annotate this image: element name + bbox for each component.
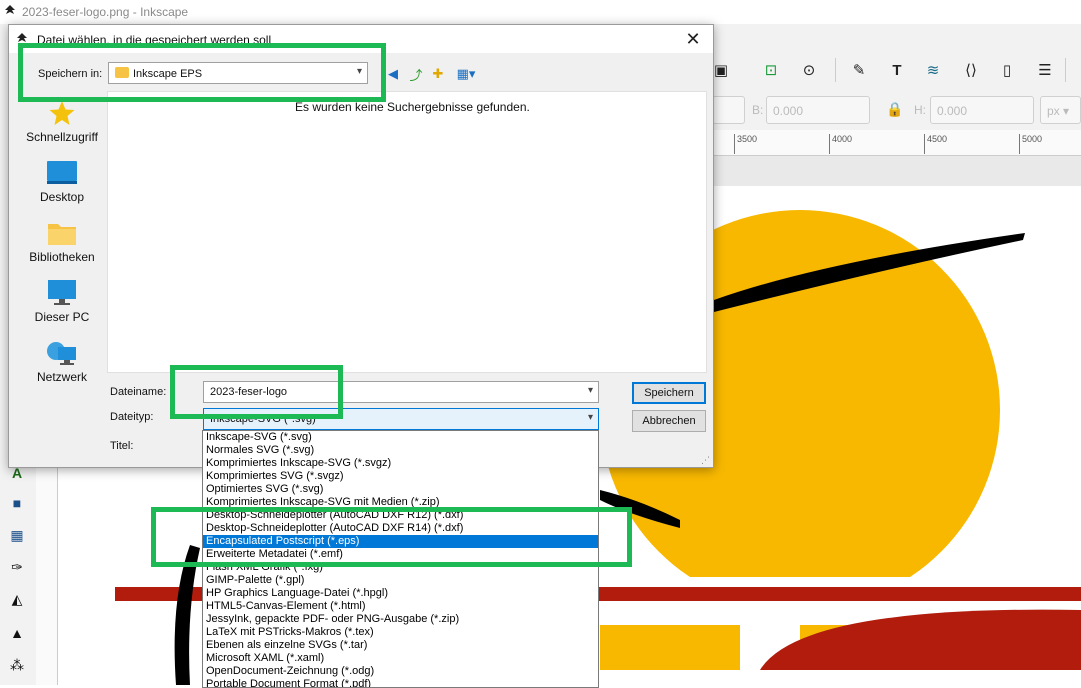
place-quick-access[interactable]: Schnellzugriff	[17, 99, 107, 155]
file-list[interactable]: Es wurden keine Suchergebnisse gefunden.	[107, 91, 707, 373]
b-label: B:	[752, 103, 764, 117]
height-field[interactable]: 0.000	[930, 96, 1034, 124]
snap-icon[interactable]: ⊙	[798, 59, 820, 81]
place-label: Desktop	[39, 190, 85, 204]
filetype-option[interactable]: OpenDocument-Zeichnung (*.odg)	[203, 665, 598, 678]
rect-tool-icon[interactable]: ■	[8, 494, 26, 512]
place-label: Bibliotheken	[29, 250, 95, 264]
inkscape-left-toolbox: A ■ ▦ ✑ ◭ ▲ ⁂	[0, 460, 36, 685]
filetype-option[interactable]: Optimiertes SVG (*.svg)	[203, 483, 598, 496]
filetype-option[interactable]: HP Graphics Language-Datei (*.hpgl)	[203, 587, 598, 600]
lock-icon[interactable]: 🔒	[886, 101, 903, 118]
place-libraries[interactable]: Bibliotheken	[17, 219, 107, 275]
filetype-option[interactable]: HTML5-Canvas-Element (*.html)	[203, 600, 598, 613]
new-folder-icon[interactable]: ✚	[429, 65, 447, 83]
place-network[interactable]: Netzwerk	[17, 339, 107, 395]
title-label: Titel:	[110, 440, 134, 452]
save-button[interactable]: Speichern	[632, 382, 706, 404]
filetype-option[interactable]: LaTeX mit PSTricks-Makros (*.tex)	[203, 626, 598, 639]
layers-icon[interactable]: ≋	[922, 59, 944, 81]
star-icon	[46, 99, 78, 127]
view-menu-icon[interactable]: ▦▾	[453, 65, 479, 83]
inkscape-titlebar: 2023-feser-logo.png - Inkscape	[0, 0, 1081, 24]
filetype-option[interactable]: Komprimiertes SVG (*.svgz)	[203, 470, 598, 483]
network-icon	[46, 339, 78, 367]
library-folder-icon	[46, 219, 78, 247]
computer-icon	[46, 279, 78, 307]
place-this-pc[interactable]: Dieser PC	[17, 279, 107, 335]
place-label: Netzwerk	[36, 370, 87, 384]
unit-value: px	[1047, 104, 1060, 118]
toolbar-separator	[835, 58, 836, 82]
inkscape-toolbar: ▣ ⊡ ⊙ ✎ T ≋ ⟨⟩ ▯ ☰	[700, 52, 1081, 88]
align-icon[interactable]: ☰	[1034, 59, 1056, 81]
filetype-option[interactable]: Inkscape-SVG (*.svg)	[203, 431, 598, 444]
place-desktop[interactable]: Desktop	[17, 159, 107, 215]
chevron-down-icon: ▾	[587, 385, 593, 396]
filename-label: Dateiname:	[110, 386, 167, 398]
xml-editor-icon[interactable]: ⟨⟩	[960, 59, 982, 81]
height-value: 0.000	[937, 104, 968, 118]
highlight-save-in	[18, 43, 386, 102]
ruler-tick: 5000	[1019, 134, 1042, 154]
highlight-eps-option	[151, 507, 632, 567]
ruler-tick: 3500	[734, 134, 757, 154]
cancel-button[interactable]: Abbrechen	[632, 410, 706, 432]
desktop-icon	[46, 159, 78, 187]
place-label: Schnellzugriff	[26, 130, 98, 144]
highlight-filename	[170, 365, 343, 419]
width-field[interactable]: 0.000	[766, 96, 870, 124]
toolbar-separator	[1065, 58, 1066, 82]
spray-tool-icon[interactable]: ⁂	[8, 656, 26, 674]
up-folder-icon[interactable]: ⤴	[407, 65, 425, 83]
back-icon[interactable]: ◀	[384, 65, 402, 83]
filetype-option[interactable]: Normales SVG (*.svg)	[203, 444, 598, 457]
filetype-option[interactable]: GIMP-Palette (*.gpl)	[203, 574, 598, 587]
paint-bucket-icon[interactable]: ◭	[8, 590, 26, 608]
align-nodes-icon[interactable]: ⊡	[760, 59, 782, 81]
filetype-option[interactable]: Ebenen als einzelne SVGs (*.tar)	[203, 639, 598, 652]
ruler-tick: 4500	[924, 134, 947, 154]
canvas-border	[700, 156, 1081, 186]
filetype-option[interactable]: Microsoft XAML (*.xaml)	[203, 652, 598, 665]
chevron-down-icon: ▾	[587, 412, 593, 423]
filetype-option[interactable]: JessyInk, gepackte PDF- oder PNG-Ausgabe…	[203, 613, 598, 626]
filetype-option[interactable]: Komprimiertes Inkscape-SVG (*.svgz)	[203, 457, 598, 470]
resize-grip-icon[interactable]: ⋰	[701, 455, 711, 465]
empty-results-message: Es wurden keine Suchergebnisse gefunden.	[295, 100, 530, 114]
inkscape-coords-bar: B: 0.000 🔒 H: 0.000 px ▾	[700, 90, 1081, 130]
horizontal-ruler: 3500 4000 4500 5000	[700, 130, 1081, 156]
text-tool-icon[interactable]: T	[886, 59, 908, 81]
window-title: 2023-feser-logo.png - Inkscape	[22, 5, 189, 19]
filetype-label: Dateityp:	[110, 411, 154, 423]
dropper-icon[interactable]: ✑	[8, 558, 26, 576]
h-label: H:	[914, 103, 926, 117]
pen-icon[interactable]: ✎	[848, 59, 870, 81]
places-bar: Schnellzugriff Desktop Bibliotheken Dies…	[17, 93, 107, 393]
vertical-ruler	[36, 460, 58, 685]
yellow-block	[600, 625, 740, 670]
ruler-tick: 4000	[829, 134, 852, 154]
tweak-tool-icon[interactable]: ▲	[8, 624, 26, 642]
place-label: Dieser PC	[34, 310, 90, 324]
mesh-tool-icon[interactable]: ▦	[8, 526, 26, 544]
width-value: 0.000	[773, 104, 804, 118]
close-icon[interactable]: ✕	[681, 29, 705, 49]
object-properties-icon[interactable]: ▯	[996, 59, 1018, 81]
inkscape-logo-icon	[5, 5, 15, 14]
filetype-option[interactable]: Portable Document Format (*.pdf)	[203, 678, 598, 687]
unit-select[interactable]: px ▾	[1040, 96, 1081, 124]
